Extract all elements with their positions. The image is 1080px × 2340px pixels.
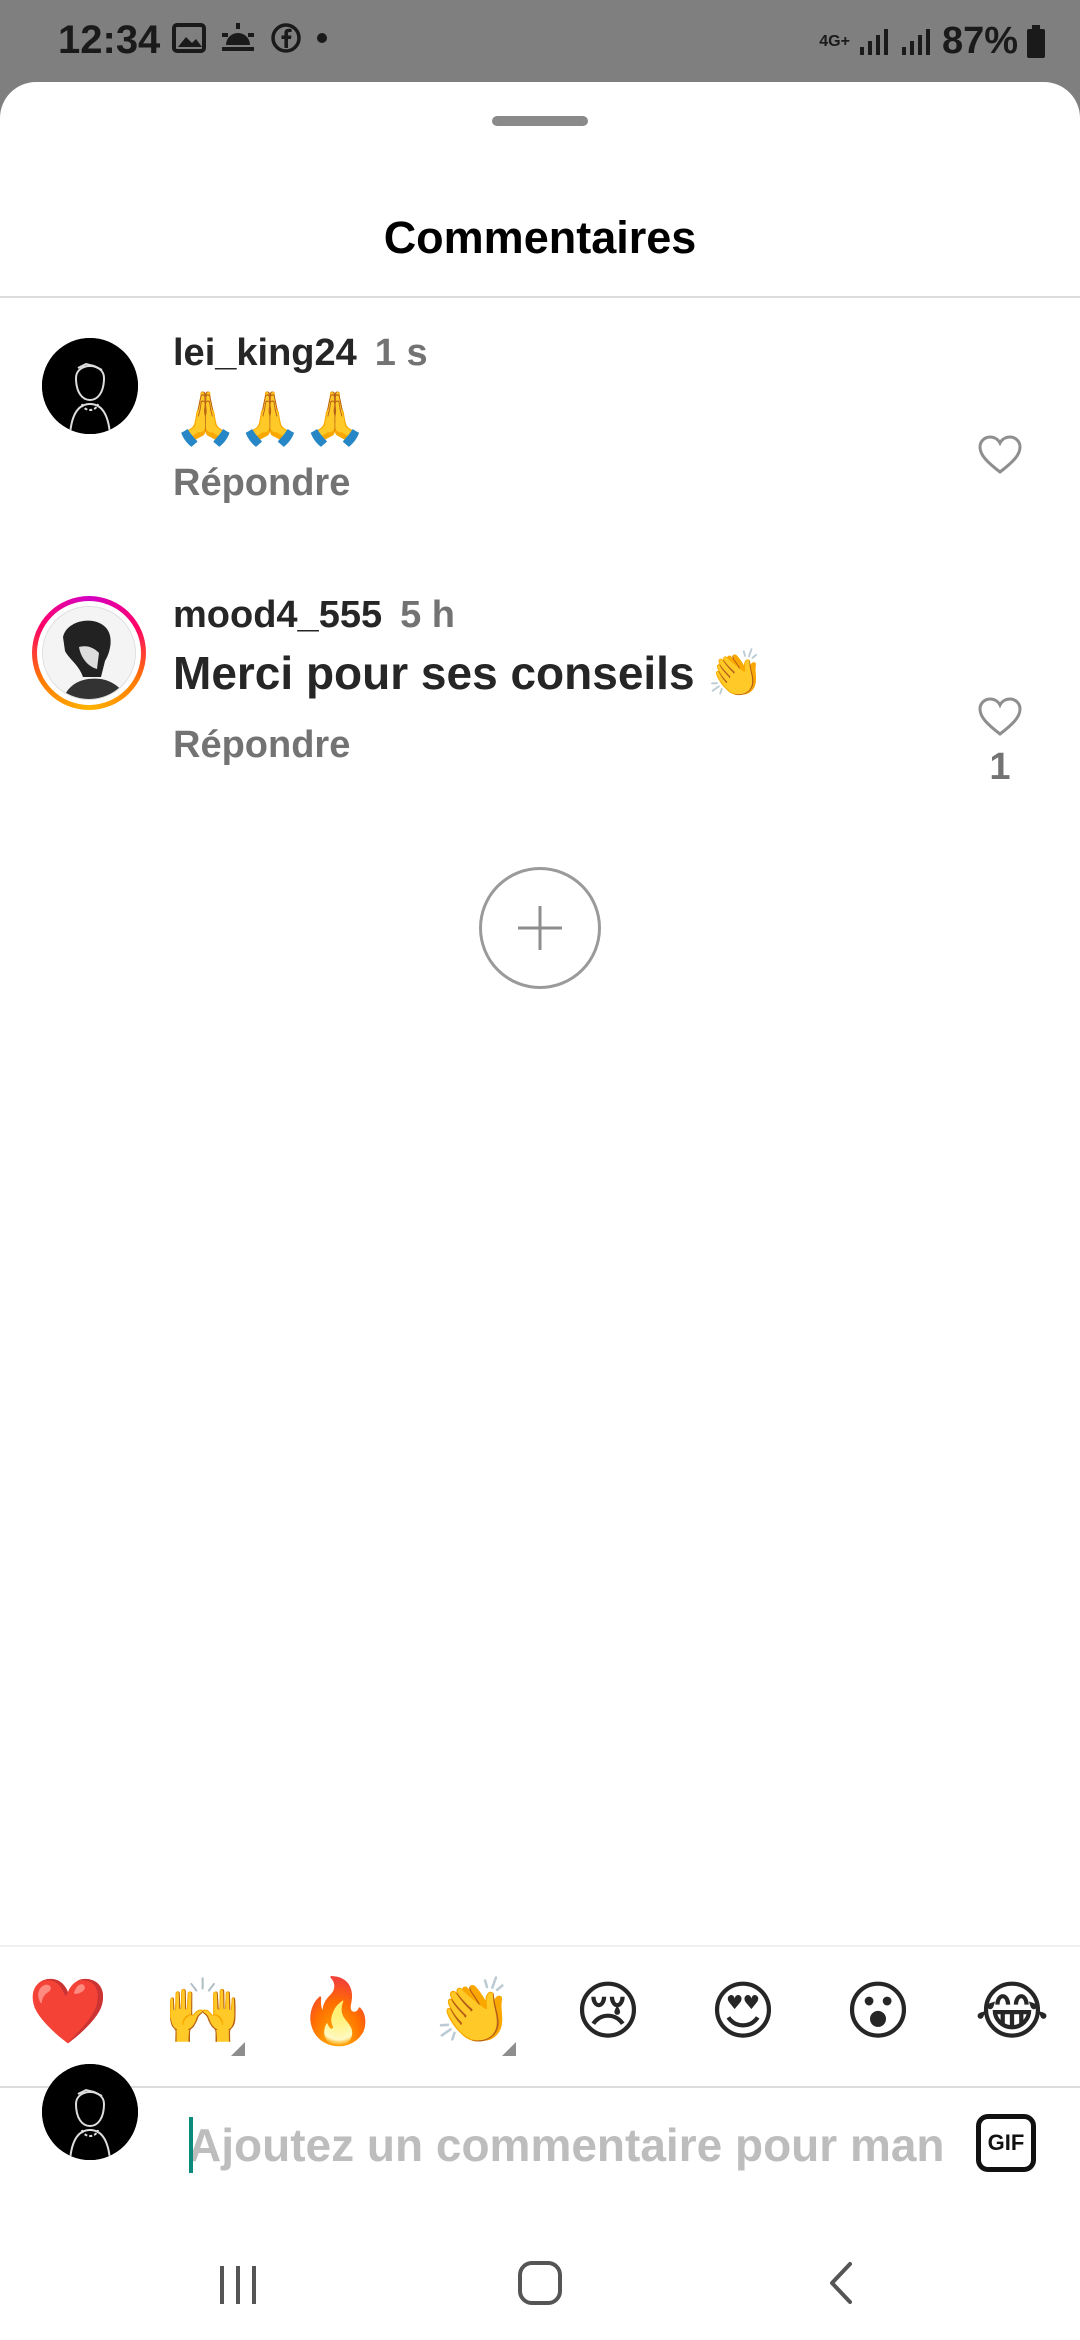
- skin-tone-indicator: [502, 2042, 516, 2056]
- emoji-heart-button[interactable]: ❤️: [18, 1962, 118, 2062]
- emoji-quick-bar: ❤️ 🙌 🔥 👏 😢 😍 😮 😂: [0, 1962, 1080, 2072]
- avatar-ring-inner: [37, 601, 141, 705]
- system-icons: 4G+ 87%: [819, 20, 1046, 63]
- battery-icon: [1027, 24, 1045, 58]
- skin-tone-indicator: [231, 2042, 245, 2056]
- comment-text: Merci pour ses conseils 👏: [173, 647, 765, 699]
- emoji-raising-hands-button[interactable]: 🙌: [153, 1962, 253, 2062]
- composer-divider: [0, 2086, 1080, 2088]
- emoji-crying-button[interactable]: 😢: [558, 1962, 658, 2062]
- plus-icon: [518, 906, 562, 950]
- facebook-icon: [271, 23, 301, 53]
- heart-icon[interactable]: [977, 696, 1023, 738]
- weather-sunrise-icon: [222, 23, 254, 51]
- header-divider: [0, 296, 1080, 298]
- comment-text: 🙏🙏🙏: [173, 390, 368, 448]
- reply-button[interactable]: Répondre: [173, 462, 350, 505]
- avatar: [42, 606, 136, 700]
- text-cursor: [189, 2117, 193, 2173]
- system-navigation-bar: [0, 2230, 1080, 2340]
- load-more-button[interactable]: [479, 867, 601, 989]
- comments-sheet: Commentaires lei_king24 1 s 🙏🙏🙏 Répondre: [0, 82, 1080, 2340]
- sheet-title: Commentaires: [383, 212, 697, 263]
- avatar[interactable]: [42, 338, 138, 434]
- composer-avatar: [42, 2064, 138, 2160]
- comment-time: 1 s: [374, 332, 428, 374]
- comment-username[interactable]: mood4_555: [173, 594, 382, 636]
- avatar-illustration: [42, 2064, 138, 2160]
- home-icon[interactable]: [500, 2248, 580, 2318]
- story-ring-avatar[interactable]: [32, 596, 146, 710]
- status-time: 12:34: [58, 18, 161, 62]
- comment-input[interactable]: [188, 2110, 948, 2180]
- signal-icon-sim2: [901, 28, 930, 55]
- emoji-surprised-button[interactable]: 😮: [828, 1962, 928, 2062]
- recent-apps-icon[interactable]: [198, 2248, 278, 2318]
- battery-percent: 87%: [941, 20, 1018, 62]
- emoji-heart-eyes-button[interactable]: 😍: [693, 1962, 793, 2062]
- emoji-laughing-button[interactable]: 😂: [962, 1962, 1062, 2062]
- heart-icon[interactable]: [977, 434, 1023, 476]
- like-count: 1: [989, 746, 1011, 788]
- more-notifications-dot-icon: [317, 33, 327, 43]
- gif-button[interactable]: GIF: [976, 2114, 1036, 2172]
- emoji-bar-divider: [0, 1945, 1080, 1947]
- status-bar: 12:34 4G+ 87%: [0, 0, 1080, 84]
- comment-username[interactable]: lei_king24: [173, 332, 357, 374]
- gallery-icon: [172, 23, 206, 53]
- emoji-glyph: 🙌: [163, 1975, 243, 2049]
- emoji-clapping-button[interactable]: 👏: [424, 1962, 524, 2062]
- back-icon[interactable]: [802, 2248, 882, 2318]
- network-type-label: 4G+: [819, 32, 850, 50]
- notification-icons: [172, 22, 328, 54]
- emoji-glyph: 👏: [434, 1975, 514, 2049]
- emoji-fire-button[interactable]: 🔥: [288, 1962, 388, 2062]
- comment-header: mood4_555 5 h: [173, 594, 455, 637]
- reply-button[interactable]: Répondre: [173, 724, 350, 767]
- signal-icon: [859, 28, 888, 55]
- avatar-illustration: [42, 338, 138, 434]
- avatar-illustration: [43, 607, 135, 699]
- comment-time: 5 h: [400, 594, 455, 636]
- drag-handle[interactable]: [492, 116, 588, 126]
- comment-header: lei_king24 1 s: [173, 332, 428, 375]
